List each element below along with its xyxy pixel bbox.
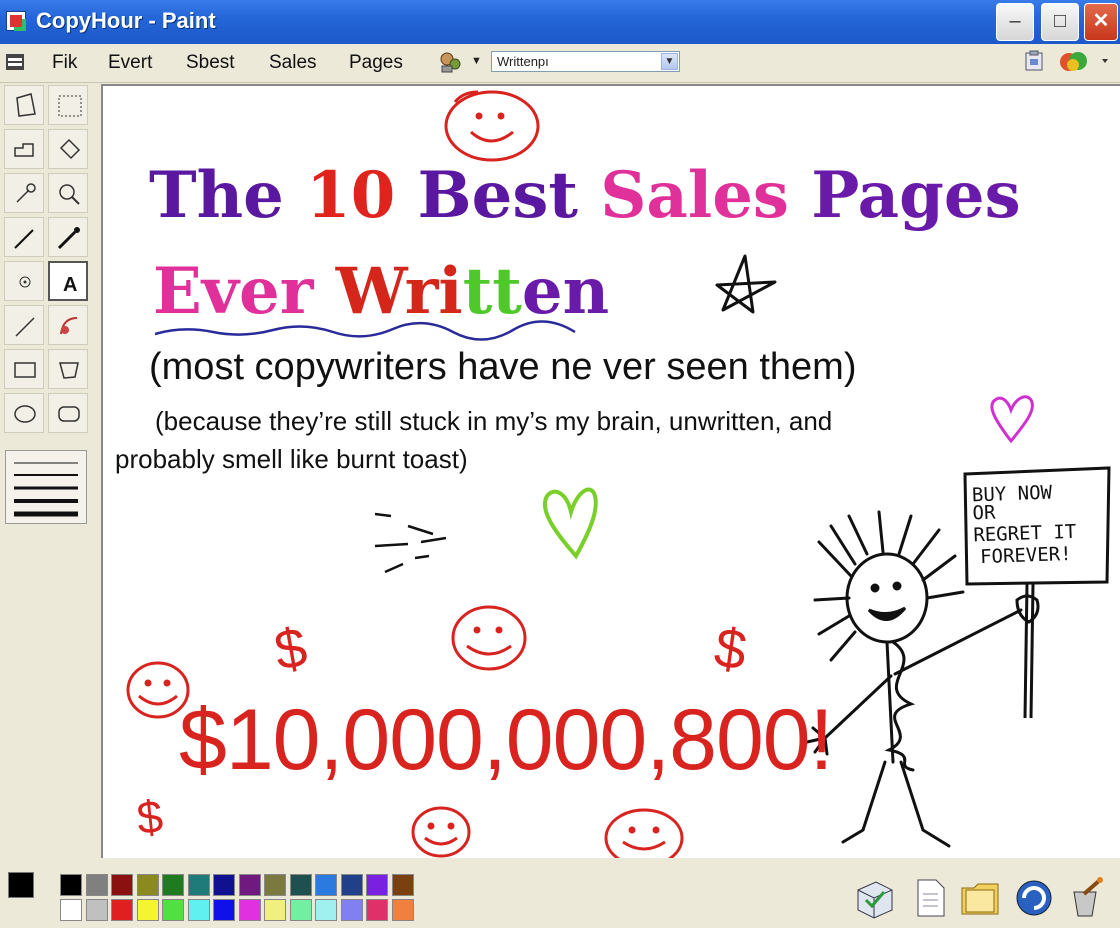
color-swatch[interactable] xyxy=(136,899,159,921)
color-swatch[interactable] xyxy=(366,874,388,896)
big-money-amount: $10,000,000,800! xyxy=(179,692,834,788)
smiley-doodle xyxy=(451,605,527,671)
color-swatch[interactable] xyxy=(60,899,82,921)
ellipse-tool[interactable] xyxy=(4,393,44,433)
color-swatch[interactable] xyxy=(85,874,108,896)
menu-edit[interactable]: Evert xyxy=(108,52,152,74)
color-swatch[interactable] xyxy=(391,899,414,921)
magnifier-tool[interactable] xyxy=(48,173,88,213)
rect-select-tool[interactable] xyxy=(48,85,88,125)
drawing-canvas[interactable]: The 10 Best Sales Pages Ever Written (mo… xyxy=(101,84,1120,858)
heart-doodle-green xyxy=(543,487,598,560)
sign-text: BUY NOW OR REGRET IT FOREVER! xyxy=(972,480,1111,569)
heart-doodle-magenta xyxy=(990,395,1034,444)
rounded-rect-tool[interactable] xyxy=(48,393,88,433)
star-doodle xyxy=(715,254,777,314)
color-swatch[interactable] xyxy=(264,899,286,921)
paint-app-icon[interactable] xyxy=(6,11,26,31)
svg-text:A: A xyxy=(63,274,77,296)
headline-word: tt xyxy=(462,254,522,329)
color-balls-icon[interactable] xyxy=(1058,50,1110,74)
fill-bucket-tool[interactable] xyxy=(48,129,88,169)
color-swatches xyxy=(60,874,420,924)
note-line-2: probably smell like burnt toast) xyxy=(115,444,468,474)
color-swatch[interactable] xyxy=(60,874,82,896)
color-swatch[interactable] xyxy=(213,874,235,896)
brush-tool[interactable] xyxy=(48,217,88,257)
menu-view[interactable]: Sbest xyxy=(186,52,235,74)
text-tool[interactable]: A xyxy=(48,261,88,301)
color-swatch[interactable] xyxy=(315,899,337,921)
headline-word: Sales xyxy=(600,158,812,233)
headline-word: Ever xyxy=(153,254,336,329)
headline-word: Best xyxy=(417,158,601,233)
headline-word: The xyxy=(149,158,307,233)
foreground-color[interactable] xyxy=(8,872,34,898)
chevron-down-icon[interactable]: ▼ xyxy=(471,55,482,67)
airbrush-tool[interactable] xyxy=(4,261,44,301)
dollar-sign-doodle: $ xyxy=(134,789,166,845)
refresh-globe-icon[interactable] xyxy=(1012,876,1056,920)
minimize-button[interactable]: – xyxy=(996,3,1034,41)
color-swatch[interactable] xyxy=(85,899,108,921)
line-width-options[interactable] xyxy=(5,450,87,524)
smiley-doodle xyxy=(411,806,471,858)
free-form-select-tool[interactable] xyxy=(4,85,44,125)
menu-colors[interactable]: Pages xyxy=(349,52,403,74)
font-combo-value: Writtenpı xyxy=(497,54,549,69)
pencil-tool[interactable] xyxy=(4,217,44,257)
color-swatch[interactable] xyxy=(289,899,312,921)
color-swatch[interactable] xyxy=(111,874,133,896)
color-swatch[interactable] xyxy=(187,874,210,896)
color-swatch[interactable] xyxy=(340,899,363,921)
rectangle-tool[interactable] xyxy=(4,349,44,389)
color-swatch[interactable] xyxy=(264,874,286,896)
eraser-tool[interactable] xyxy=(4,129,44,169)
color-swatch[interactable] xyxy=(366,899,388,921)
system-menu-icon[interactable] xyxy=(6,54,24,70)
title-bar: CopyHour - Paint – □ ✕ xyxy=(0,0,1120,44)
color-swatch[interactable] xyxy=(238,874,261,896)
cube-box-icon[interactable] xyxy=(852,876,896,920)
menu-image[interactable]: Sales xyxy=(269,52,317,74)
color-swatch[interactable] xyxy=(187,899,210,921)
curve-tool[interactable] xyxy=(48,305,88,345)
headline-line-2: Ever Written xyxy=(153,254,609,329)
window-title: CopyHour - Paint xyxy=(36,8,216,33)
headline-word: Pages xyxy=(811,158,1021,233)
color-swatch[interactable] xyxy=(238,899,261,921)
headline-word: 10 xyxy=(306,158,418,233)
document-icon[interactable] xyxy=(908,876,952,920)
color-swatch[interactable] xyxy=(391,874,414,896)
folder-icon[interactable] xyxy=(958,876,1002,920)
combo-dropdown-button[interactable]: ▼ xyxy=(661,53,678,70)
close-button[interactable]: ✕ xyxy=(1084,3,1118,41)
color-swatch[interactable] xyxy=(162,899,184,921)
color-picker-tool[interactable] xyxy=(4,173,44,213)
smiley-doodle xyxy=(444,90,540,162)
brush-picker-icon[interactable] xyxy=(438,50,464,74)
color-swatch[interactable] xyxy=(162,874,184,896)
maximize-button[interactable]: □ xyxy=(1041,3,1079,41)
headline-word: en xyxy=(521,254,610,329)
headline-line-1: The 10 Best Sales Pages xyxy=(149,158,1021,233)
line-tool[interactable] xyxy=(4,305,44,345)
current-colors[interactable] xyxy=(8,872,46,910)
speed-lines-doodle xyxy=(374,512,447,574)
color-swatch[interactable] xyxy=(289,874,312,896)
color-swatch[interactable] xyxy=(111,899,133,921)
polygon-tool[interactable] xyxy=(48,349,88,389)
smiley-doodle xyxy=(604,808,684,858)
color-swatch[interactable] xyxy=(315,874,337,896)
menu-file[interactable]: Fik xyxy=(52,52,77,74)
note-line-1: (because they’re still stuck in my’s my … xyxy=(155,406,833,436)
font-combo-box[interactable]: Writtenpı ▼ xyxy=(491,51,680,72)
clipboard-icon[interactable] xyxy=(1024,50,1044,72)
color-swatch[interactable] xyxy=(213,899,235,921)
color-swatch[interactable] xyxy=(340,874,363,896)
color-swatch[interactable] xyxy=(136,874,159,896)
headline-word: Wri xyxy=(335,254,463,329)
paint-bucket-icon[interactable] xyxy=(1066,876,1110,920)
subtitle-text: (most copywriters have ne ver seen them) xyxy=(149,346,857,388)
